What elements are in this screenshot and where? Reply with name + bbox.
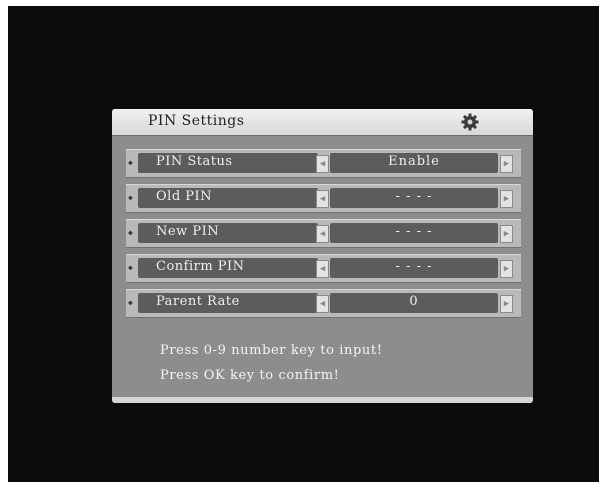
dialog-title: PIN Settings [148, 113, 245, 129]
row-value: 0 [409, 294, 419, 309]
row-value-box[interactable]: 0 [330, 293, 498, 313]
row-value-box[interactable]: - - - - [330, 258, 498, 278]
row-confirm-pin[interactable]: ◆ Confirm PIN ◀ - - - - ▶ [126, 254, 521, 283]
left-arrow-icon[interactable]: ◀ [316, 155, 329, 173]
right-arrow-icon[interactable]: ▶ [500, 190, 513, 208]
pin-settings-dialog: PIN Settings ◆ PIN Status ◀ Enable ▶ ◆ O… [112, 109, 533, 403]
row-value-box[interactable]: Enable [330, 153, 498, 173]
row-label: PIN Status [156, 154, 233, 169]
bullet-icon: ◆ [128, 298, 133, 307]
row-old-pin[interactable]: ◆ Old PIN ◀ - - - - ▶ [126, 184, 521, 213]
right-arrow-icon[interactable]: ▶ [500, 225, 513, 243]
bullet-icon: ◆ [128, 263, 133, 272]
dialog-bottom-edge [112, 397, 533, 403]
hint-input: Press 0-9 number key to input! [160, 343, 383, 358]
left-arrow-icon[interactable]: ◀ [316, 295, 329, 313]
bullet-icon: ◆ [128, 193, 133, 202]
row-label-box: Parent Rate [138, 293, 318, 313]
row-pin-status[interactable]: ◆ PIN Status ◀ Enable ▶ [126, 149, 521, 178]
dialog-title-bar: PIN Settings [112, 109, 533, 136]
row-value: Enable [388, 154, 440, 169]
tv-screen: PIN Settings ◆ PIN Status ◀ Enable ▶ ◆ O… [8, 6, 599, 482]
row-label-box: Confirm PIN [138, 258, 318, 278]
row-value: - - - - [395, 224, 433, 239]
row-label: Old PIN [156, 189, 213, 204]
row-parent-rate[interactable]: ◆ Parent Rate ◀ 0 ▶ [126, 289, 521, 318]
row-label-box: New PIN [138, 223, 318, 243]
hint-confirm: Press OK key to confirm! [160, 368, 340, 383]
row-label: New PIN [156, 224, 220, 239]
row-value: - - - - [395, 259, 433, 274]
row-label-box: PIN Status [138, 153, 318, 173]
right-arrow-icon[interactable]: ▶ [500, 260, 513, 278]
row-label-box: Old PIN [138, 188, 318, 208]
right-arrow-icon[interactable]: ▶ [500, 295, 513, 313]
row-new-pin[interactable]: ◆ New PIN ◀ - - - - ▶ [126, 219, 521, 248]
row-value: - - - - [395, 189, 433, 204]
right-arrow-icon[interactable]: ▶ [500, 155, 513, 173]
left-arrow-icon[interactable]: ◀ [316, 190, 329, 208]
left-arrow-icon[interactable]: ◀ [316, 260, 329, 278]
row-value-box[interactable]: - - - - [330, 188, 498, 208]
left-arrow-icon[interactable]: ◀ [316, 225, 329, 243]
row-label: Parent Rate [156, 294, 240, 309]
bullet-icon: ◆ [128, 228, 133, 237]
bullet-icon: ◆ [128, 158, 133, 167]
row-label: Confirm PIN [156, 259, 245, 274]
row-value-box[interactable]: - - - - [330, 223, 498, 243]
gear-icon [461, 113, 479, 131]
